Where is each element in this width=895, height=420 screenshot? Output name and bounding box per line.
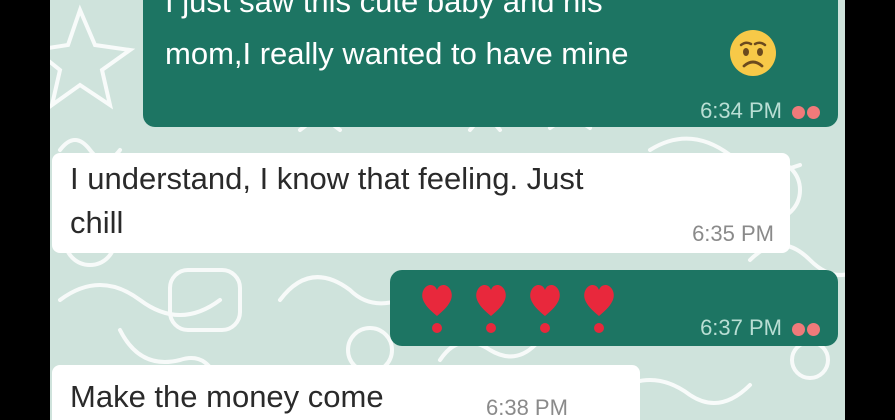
message-timestamp: 6:34 PM: [700, 98, 782, 123]
incoming-message-bubble[interactable]: I understand, I know that feeling. Just …: [52, 153, 790, 253]
read-ticks-icon: [790, 99, 820, 125]
message-timestamp: 6:37 PM: [700, 315, 782, 340]
outgoing-message-bubble[interactable]: I just saw this cute baby and his mom,I …: [143, 0, 838, 127]
incoming-message-bubble[interactable]: Make the money come 6:38 PM: [52, 365, 640, 420]
message-text-line: I just saw this cute baby and his: [165, 0, 603, 19]
message-meta: 6:37 PM: [700, 315, 820, 342]
chat-area[interactable]: I just saw this cute baby and his mom,I …: [50, 0, 845, 420]
message-timestamp: 6:38 PM: [486, 395, 568, 420]
heavy-heart-exclamation-icon: [530, 284, 560, 333]
heavy-heart-exclamation-icon: [476, 284, 506, 333]
heavy-heart-exclamation-icon: [422, 284, 452, 333]
read-ticks-icon: [790, 316, 820, 342]
message-text-line: Make the money come: [70, 379, 384, 414]
message-meta: 6:34 PM: [700, 98, 820, 125]
heavy-heart-exclamation-icon: [584, 284, 614, 333]
message-timestamp: 6:35 PM: [692, 221, 774, 246]
outgoing-message-bubble[interactable]: 6:37 PM: [390, 270, 838, 346]
worried-face-emoji-icon: [730, 30, 776, 76]
heart-emoji-row: [418, 280, 634, 341]
message-text-line: I understand, I know that feeling. Just: [70, 161, 584, 196]
message-text-line: chill: [70, 205, 124, 240]
message-text-line: mom,I really wanted to have mine: [165, 36, 629, 71]
